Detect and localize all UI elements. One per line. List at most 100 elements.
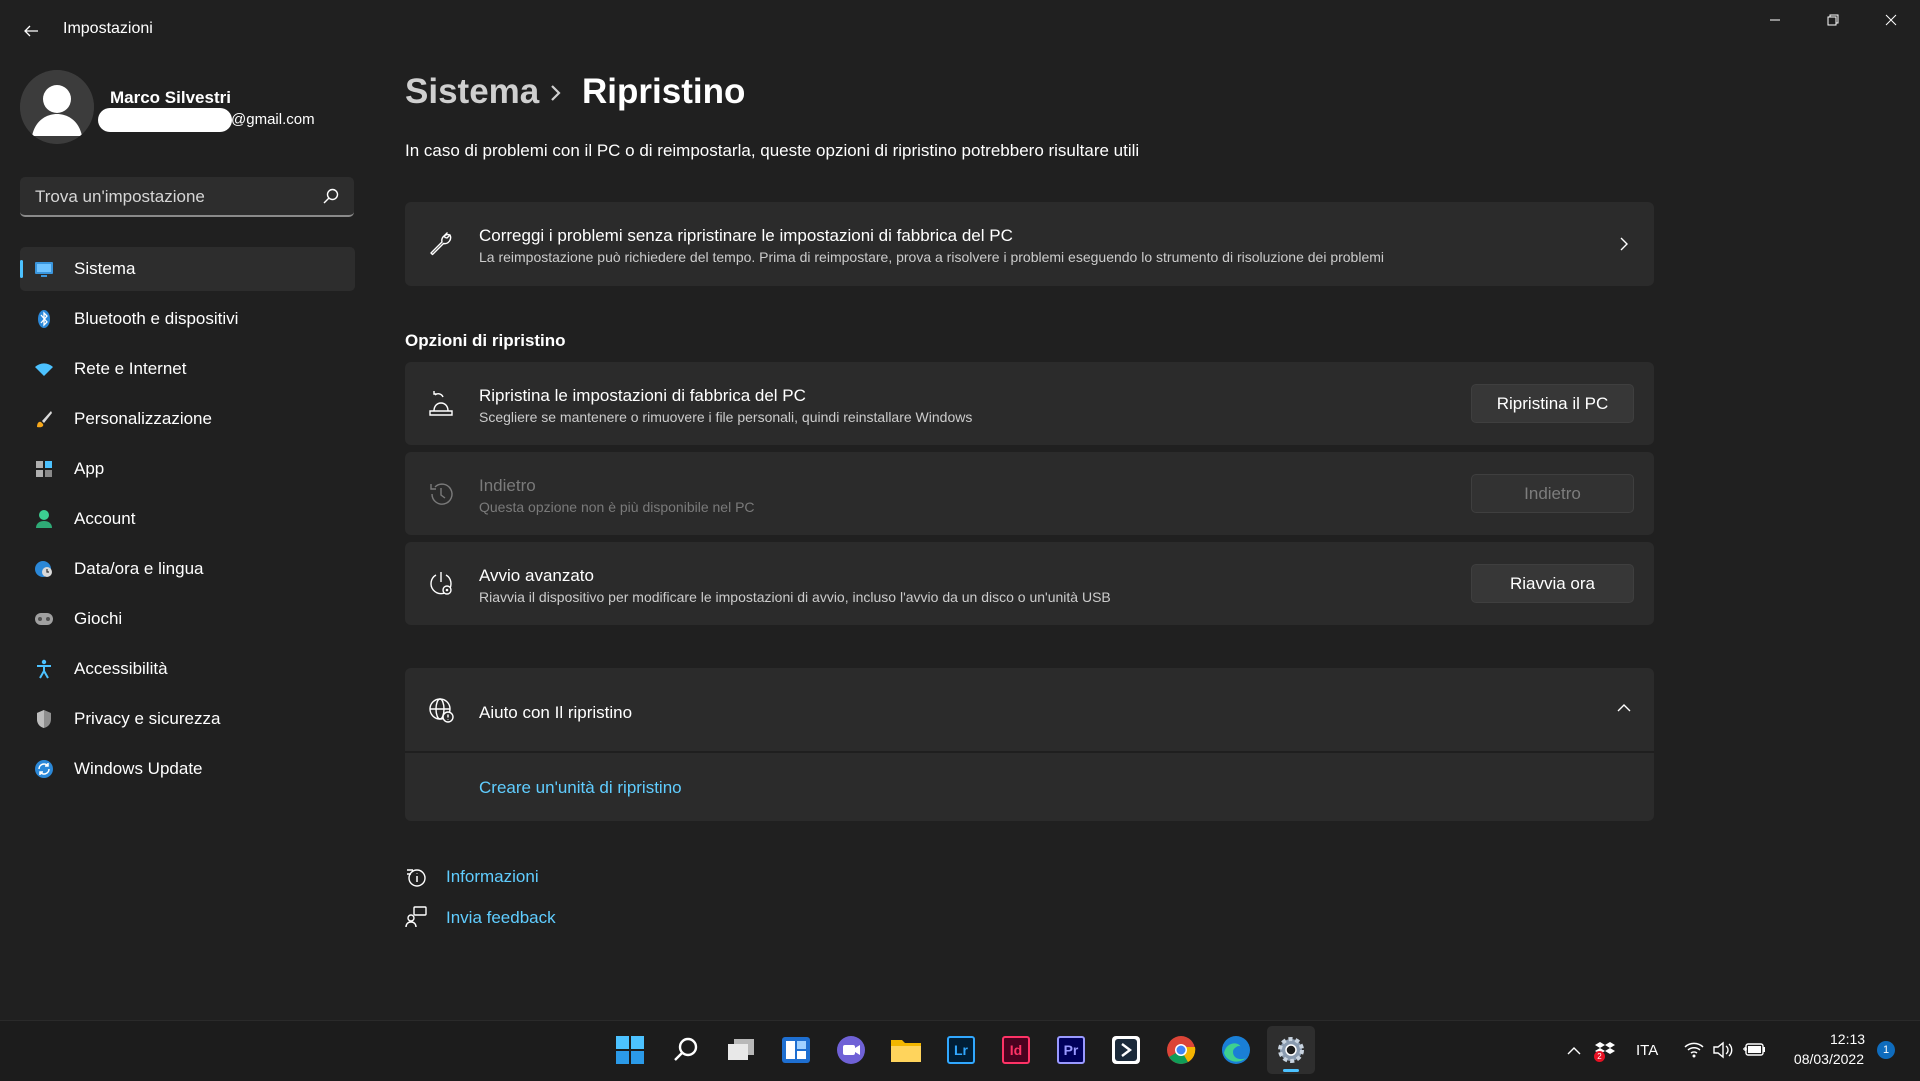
- sidebar-item-account[interactable]: Account: [20, 497, 355, 541]
- active-indicator: [20, 260, 23, 278]
- feedback-link[interactable]: Invia feedback: [446, 908, 556, 928]
- wifi-icon[interactable]: [1684, 1041, 1704, 1059]
- history-icon: [427, 480, 455, 508]
- premiere-icon: Pr: [1057, 1036, 1085, 1064]
- sidebar-item-accessibilita[interactable]: Accessibilità: [20, 647, 355, 691]
- premiere-button[interactable]: Pr: [1047, 1026, 1095, 1074]
- active-app-indicator: [1283, 1069, 1299, 1072]
- person-icon: [34, 509, 54, 529]
- sidebar-item-label: Giochi: [74, 609, 123, 628]
- window-title: Impostazioni: [63, 20, 153, 37]
- file-explorer-button[interactable]: [882, 1026, 930, 1074]
- dropbox-tray-item[interactable]: 2: [1594, 1040, 1616, 1062]
- search-input[interactable]: [33, 177, 317, 217]
- email-redaction: [98, 108, 232, 132]
- chrome-button[interactable]: [1157, 1026, 1205, 1074]
- card-title: Correggi i problemi senza ripristinare l…: [479, 226, 1013, 245]
- info-link[interactable]: Informazioni: [446, 867, 539, 887]
- card-title: Indietro: [479, 476, 536, 495]
- sidebar-item-rete[interactable]: Rete e Internet: [20, 347, 355, 391]
- sidebar-item-giochi[interactable]: Giochi: [20, 597, 355, 641]
- start-button[interactable]: [606, 1026, 654, 1074]
- close-button[interactable]: [1862, 0, 1920, 40]
- globe-help-icon: [427, 696, 455, 724]
- app-button[interactable]: [1102, 1026, 1150, 1074]
- close-icon: [1885, 14, 1897, 26]
- minimize-icon: [1770, 19, 1780, 21]
- indesign-button[interactable]: Id: [992, 1026, 1040, 1074]
- arrow-left-icon: [24, 25, 38, 37]
- sidebar-item-bluetooth[interactable]: Bluetooth e dispositivi: [20, 297, 355, 341]
- sidebar-item-sistema[interactable]: Sistema: [20, 247, 355, 291]
- title-bar: [0, 0, 1920, 60]
- notification-badge[interactable]: 1: [1877, 1041, 1895, 1059]
- update-icon: [34, 759, 54, 779]
- help-expander-header[interactable]: Aiuto con Il ripristino: [405, 668, 1654, 751]
- chat-button[interactable]: [827, 1026, 875, 1074]
- divider: [405, 751, 1654, 753]
- settings-taskbar-button[interactable]: [1267, 1026, 1315, 1074]
- sidebar-item-app[interactable]: App: [20, 447, 355, 491]
- section-title: Opzioni di ripristino: [405, 331, 566, 350]
- search-box: [20, 177, 354, 217]
- reset-pc-card: Ripristina le impostazioni di fabbrica d…: [405, 362, 1654, 445]
- advanced-startup-card: Avvio avanzato Riavvia il dispositivo pe…: [405, 542, 1654, 625]
- display-icon: [34, 259, 54, 279]
- taskbar-search-button[interactable]: [662, 1026, 710, 1074]
- sidebar-item-label: Rete e Internet: [74, 359, 187, 378]
- file-explorer-icon: [891, 1040, 921, 1062]
- help-expander: Aiuto con Il ripristino Creare un'unità …: [405, 668, 1654, 821]
- reset-pc-button[interactable]: Ripristina il PC: [1471, 384, 1634, 423]
- card-description: La reimpostazione può richiedere del tem…: [479, 249, 1385, 265]
- chevron-right-icon: [1620, 237, 1628, 251]
- go-back-card: Indietro Questa opzione non è più dispon…: [405, 452, 1654, 535]
- search-icon[interactable]: [322, 187, 340, 205]
- edge-button[interactable]: [1212, 1026, 1260, 1074]
- avatar[interactable]: [20, 70, 94, 144]
- minimize-button[interactable]: [1746, 0, 1804, 40]
- restart-now-button[interactable]: Riavvia ora: [1471, 564, 1634, 603]
- lightroom-button[interactable]: Lr: [937, 1026, 985, 1074]
- sidebar-item-label: Accessibilità: [74, 659, 168, 678]
- card-title: Ripristina le impostazioni di fabbrica d…: [479, 386, 806, 405]
- sidebar-item-label: Data/ora e lingua: [74, 559, 204, 578]
- restore-button[interactable]: [1804, 0, 1862, 40]
- task-view-button[interactable]: [717, 1026, 765, 1074]
- sidebar-item-label: App: [74, 459, 105, 478]
- info-help-icon: [407, 869, 426, 887]
- card-description: Scegliere se mantenere o rimuovere i fil…: [479, 409, 973, 425]
- card-title: Avvio avanzato: [479, 566, 594, 585]
- user-name: Marco Silvestri: [110, 88, 231, 107]
- sidebar-item-label: Bluetooth e dispositivi: [74, 309, 239, 328]
- apps-icon: [34, 459, 54, 479]
- indesign-icon: Id: [1002, 1036, 1030, 1064]
- battery-icon[interactable]: [1742, 1041, 1766, 1059]
- breadcrumb-parent[interactable]: Sistema: [405, 72, 539, 112]
- sidebar-item-privacy[interactable]: Privacy e sicurezza: [20, 697, 355, 741]
- widgets-button[interactable]: [772, 1026, 820, 1074]
- app-icon: [1112, 1036, 1140, 1064]
- sidebar-item-windows-update[interactable]: Windows Update: [20, 747, 355, 791]
- search-icon: [674, 1037, 698, 1061]
- back-button[interactable]: [14, 14, 48, 48]
- gamepad-icon: [34, 609, 54, 629]
- chevron-up-icon[interactable]: [1566, 1043, 1582, 1059]
- edge-icon: [1222, 1036, 1250, 1064]
- bluetooth-icon: [34, 309, 54, 329]
- troubleshoot-card[interactable]: Correggi i problemi senza ripristinare l…: [405, 202, 1654, 286]
- sidebar-item-label: Privacy e sicurezza: [74, 709, 221, 728]
- language-indicator[interactable]: ITA: [1636, 1042, 1658, 1059]
- advanced-startup-icon: [427, 570, 455, 598]
- sidebar-item-personalizzazione[interactable]: Personalizzazione: [20, 397, 355, 441]
- clock-time[interactable]: 12:13: [1830, 1031, 1865, 1047]
- create-recovery-drive-link[interactable]: Creare un'unità di ripristino: [479, 778, 682, 798]
- lightroom-icon: Lr: [947, 1036, 975, 1064]
- lightroom-label: Lr: [954, 1042, 968, 1058]
- accessibility-icon: [34, 659, 54, 679]
- clock-date[interactable]: 08/03/2022: [1784, 1051, 1864, 1067]
- sidebar-item-data-ora[interactable]: Data/ora e lingua: [20, 547, 355, 591]
- volume-icon[interactable]: [1712, 1041, 1734, 1059]
- card-description: Riavvia il dispositivo per modificare le…: [479, 589, 1111, 605]
- go-back-button: Indietro: [1471, 474, 1634, 513]
- start-icon: [616, 1036, 644, 1064]
